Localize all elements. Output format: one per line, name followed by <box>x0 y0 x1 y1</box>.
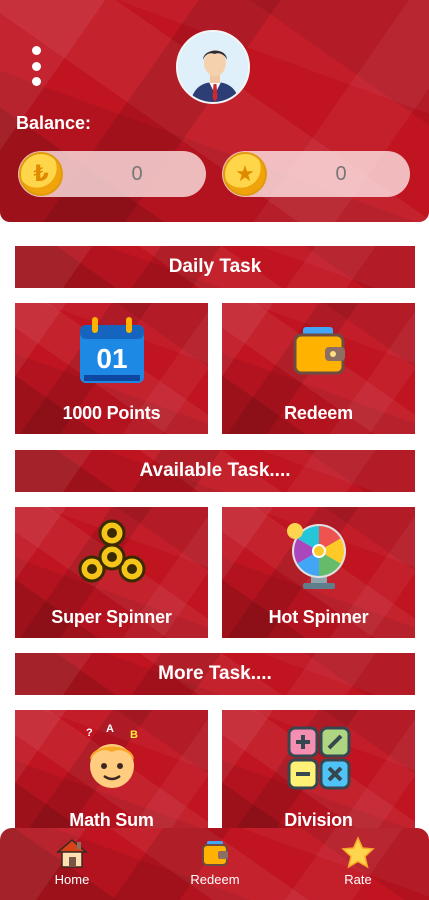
star-balance-value: 0 <box>335 163 347 185</box>
nav-rate-label: Rate <box>344 872 372 887</box>
more-task-banner: More Task.... <box>15 653 415 695</box>
prize-wheel-icon <box>286 523 346 589</box>
fidget-spinner-icon <box>78 519 145 583</box>
rupee-coin-icon: ₺ <box>19 152 63 196</box>
daily-task-banner: Daily Task <box>15 246 415 288</box>
available-task-banner: Available Task.... <box>15 450 415 492</box>
menu-icon[interactable] <box>26 46 46 86</box>
avatar[interactable] <box>176 30 250 104</box>
nav-rate[interactable]: Rate <box>313 836 403 887</box>
points-label: 1000 Points <box>62 403 161 423</box>
thinking-kid-icon: ? A B <box>86 723 138 788</box>
user-avatar-icon <box>178 32 248 102</box>
redeem-label: Redeem <box>284 403 353 423</box>
bottom-nav: Home Redeem Rate <box>0 828 429 900</box>
coin-balance-pill: ₺ 0 <box>18 151 206 197</box>
svg-text:A: A <box>106 723 114 735</box>
star-icon <box>341 836 375 869</box>
nav-redeem[interactable]: Redeem <box>170 836 260 887</box>
super-spinner-label: Super Spinner <box>51 607 172 627</box>
calendar-icon: 01 <box>79 317 144 383</box>
calculator-icon <box>287 726 350 790</box>
home-icon <box>55 839 89 868</box>
wallet-icon <box>202 841 228 866</box>
redeem-card[interactable]: Redeem <box>222 303 415 434</box>
balance-label: Balance: <box>16 113 92 133</box>
wallet-icon <box>293 327 345 375</box>
star-balance-pill: ★ 0 <box>222 151 410 197</box>
nav-home-label: Home <box>54 872 90 887</box>
coin-balance-value: 0 <box>131 163 143 185</box>
points-card[interactable]: 01 1000 Points <box>15 303 208 434</box>
hot-spinner-card[interactable]: Hot Spinner <box>222 507 415 638</box>
calendar-number: 01 <box>96 343 127 374</box>
super-spinner-card[interactable]: Super Spinner <box>15 507 208 638</box>
nav-redeem-label: Redeem <box>190 872 240 887</box>
svg-text:?: ? <box>86 727 93 739</box>
math-sum-card[interactable]: ? A B Math Sum <box>15 710 208 841</box>
division-card[interactable]: Division <box>222 710 415 841</box>
star-coin-icon: ★ <box>223 152 267 196</box>
hot-spinner-label: Hot Spinner <box>268 607 369 627</box>
header: Balance: ₺ 0 ★ 0 <box>0 0 429 222</box>
nav-home[interactable]: Home <box>27 836 117 887</box>
svg-text:B: B <box>130 729 138 741</box>
